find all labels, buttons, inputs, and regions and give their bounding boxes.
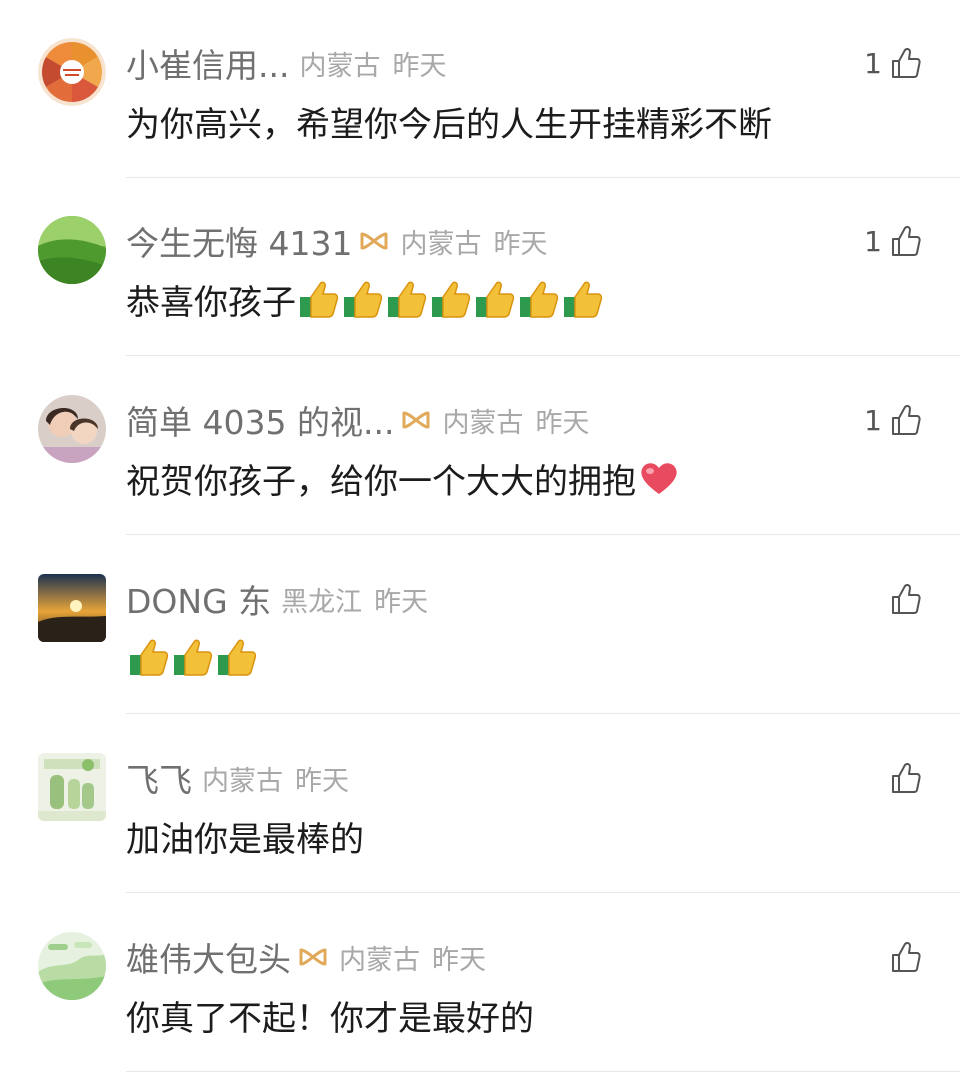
timestamp: 昨天: [374, 586, 429, 618]
divider: [126, 355, 960, 356]
region-label: 内蒙古: [339, 944, 420, 976]
comment-text: 恭喜你孩子: [126, 276, 606, 323]
timestamp: 昨天: [493, 228, 548, 260]
red-heart-emoji: [641, 463, 677, 494]
like-button[interactable]: [882, 580, 922, 618]
like-button[interactable]: [882, 759, 922, 797]
like-button[interactable]: 1: [864, 401, 922, 439]
thumb-up-outline-icon: [892, 941, 921, 972]
avatar[interactable]: [38, 932, 106, 1000]
avatar[interactable]: [38, 38, 106, 106]
like-count: 1: [864, 403, 882, 437]
comment-meta: 雄伟大包头 内蒙古 昨天: [126, 934, 486, 980]
timestamp: 昨天: [432, 944, 486, 976]
username[interactable]: 今生无悔 4131: [126, 217, 352, 265]
comment-item: 今生无悔 4131 内蒙古 昨天 恭喜你孩子 1: [0, 178, 960, 356]
comment-item: 简单 4035 的视... 内蒙古 昨天 祝贺你孩子，给你一个大大的拥抱 1: [0, 357, 960, 535]
comment-text: 为你高兴，希望你今后的人生开挂精彩不断: [126, 98, 772, 145]
infinity-badge-icon: [360, 232, 388, 250]
like-count: 1: [864, 224, 882, 258]
thumbs-up-emoji: [520, 281, 559, 318]
comment-item: 小崔信用... 内蒙古 昨天 为你高兴，希望你今后的人生开挂精彩不断 1: [0, 0, 960, 178]
timestamp: 昨天: [392, 50, 447, 82]
comment-body: 你真了不起！你才是最好的: [126, 998, 534, 1039]
infinity-badge-icon: [402, 411, 430, 429]
comment-meta: 小崔信用... 内蒙古 昨天: [126, 40, 446, 86]
thumbs-up-emoji: [388, 281, 427, 318]
region-label: 内蒙古: [299, 50, 381, 82]
divider: [126, 892, 960, 893]
thumbs-up-emoji: [300, 281, 339, 318]
username[interactable]: 简单 4035 的视...: [126, 396, 394, 444]
avatar[interactable]: [38, 574, 106, 642]
thumbs-up-emoji: [174, 639, 213, 676]
comment-body: 恭喜你孩子: [126, 282, 296, 323]
infinity-badge-icon: [299, 948, 327, 966]
thumb-up-outline-icon: [892, 583, 921, 614]
username[interactable]: 小崔信用...: [126, 39, 289, 87]
timestamp: 昨天: [295, 765, 349, 797]
avatar[interactable]: [38, 395, 106, 463]
thumbs-up-emoji: [344, 281, 383, 318]
region-label: 内蒙古: [400, 228, 482, 260]
username[interactable]: 飞飞: [126, 754, 192, 802]
username[interactable]: 雄伟大包头: [126, 933, 291, 981]
timestamp: 昨天: [535, 407, 590, 439]
avatar[interactable]: [38, 753, 106, 821]
like-button[interactable]: 1: [864, 44, 922, 82]
thumbs-up-emoji: [564, 281, 603, 318]
comment-text: 加油你是最棒的: [126, 813, 364, 860]
thumbs-up-emoji: [432, 281, 471, 318]
comment-text: [126, 634, 260, 680]
thumbs-up-emoji: [218, 639, 257, 676]
divider: [126, 713, 960, 714]
comment-meta: 简单 4035 的视... 内蒙古 昨天: [126, 397, 589, 443]
region-label: 内蒙古: [442, 407, 524, 439]
thumbs-up-emoji: [476, 281, 515, 318]
emoji-group: [128, 637, 260, 677]
emoji-group: [298, 279, 606, 319]
thumb-up-outline-icon: [892, 225, 921, 256]
comment-meta: 飞飞 内蒙古 昨天: [126, 755, 349, 801]
comment-text: 祝贺你孩子，给你一个大大的拥抱: [126, 455, 682, 502]
region-label: 内蒙古: [202, 765, 283, 797]
avatar[interactable]: [38, 216, 106, 284]
comment-item: DONG 东 黑龙江 昨天: [0, 536, 960, 714]
thumb-up-outline-icon: [892, 762, 921, 793]
comment-body: 祝贺你孩子，给你一个大大的拥抱: [126, 461, 636, 502]
username[interactable]: DONG 东: [126, 575, 271, 623]
region-label: 黑龙江: [281, 586, 363, 618]
emoji-group: [638, 458, 682, 498]
thumb-up-outline-icon: [892, 47, 921, 78]
comment-body: 加油你是最棒的: [126, 819, 364, 860]
thumbs-up-emoji: [130, 639, 169, 676]
comment-text: 你真了不起！你才是最好的: [126, 992, 534, 1039]
thumb-up-outline-icon: [892, 404, 921, 435]
divider: [126, 534, 960, 535]
comment-body: 为你高兴，希望你今后的人生开挂精彩不断: [126, 104, 772, 145]
like-button[interactable]: [882, 938, 922, 976]
comment-meta: DONG 东 黑龙江 昨天: [126, 576, 428, 622]
like-button[interactable]: 1: [864, 222, 922, 260]
like-count: 1: [864, 46, 882, 80]
divider: [126, 1071, 960, 1072]
comment-meta: 今生无悔 4131 内蒙古 昨天: [126, 218, 547, 264]
comment-item: 飞飞 内蒙古 昨天 加油你是最棒的: [0, 715, 960, 893]
comment-item: 雄伟大包头 内蒙古 昨天 你真了不起！你才是最好的: [0, 894, 960, 1072]
